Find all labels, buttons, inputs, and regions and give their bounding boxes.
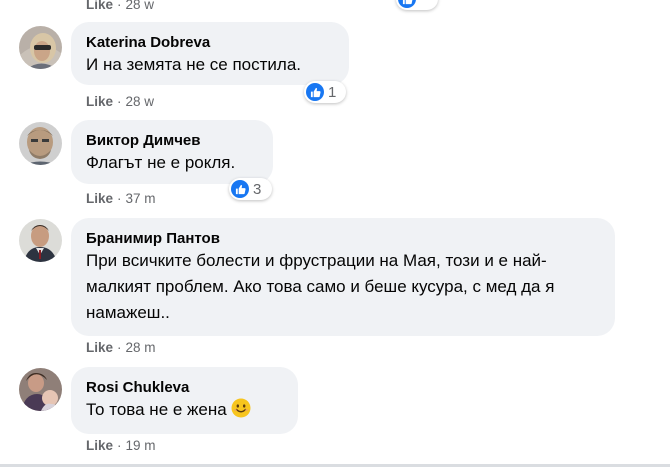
meta-separator: · xyxy=(117,0,122,12)
reaction-count: 3 xyxy=(253,180,262,198)
comment-meta: Like · 37 m xyxy=(86,191,156,206)
reaction-badge[interactable]: 3 xyxy=(229,178,272,200)
comment-text: То това не е жена xyxy=(86,397,284,423)
timestamp[interactable]: 28 m xyxy=(126,340,156,355)
comment-meta: Like · 28 w xyxy=(86,94,154,109)
timestamp[interactable]: 28 w xyxy=(126,0,155,12)
prev-comment-meta: Like · 28 w xyxy=(86,0,154,12)
comment-author[interactable]: Katerina Dobreva xyxy=(86,33,335,52)
thumbs-up-icon xyxy=(398,0,416,8)
comment-text: И на земята не се постила. xyxy=(86,55,302,74)
timestamp[interactable]: 28 w xyxy=(126,94,155,109)
comment-meta: Like · 28 m xyxy=(86,340,156,355)
avatar[interactable] xyxy=(19,219,62,262)
comment-text-content: То това не е жена xyxy=(86,400,227,419)
meta-separator: · xyxy=(117,438,122,453)
meta-separator: · xyxy=(117,340,122,355)
comment-bubble: Rosi Chukleva То това не е жена xyxy=(71,367,298,434)
comment-meta: Like · 19 m xyxy=(86,438,156,453)
avatar[interactable] xyxy=(19,368,62,411)
like-link[interactable]: Like xyxy=(86,94,113,109)
meta-separator: · xyxy=(117,191,122,206)
comment-bubble: Виктор Димчев Флагът не е рокля. xyxy=(71,120,273,184)
reaction-count: 1 xyxy=(328,83,337,101)
comment-author[interactable]: Виктор Димчев xyxy=(86,131,259,150)
thumbs-up-icon xyxy=(306,83,324,101)
reaction-badge[interactable]: 1 xyxy=(304,81,346,103)
like-link[interactable]: Like xyxy=(86,0,113,12)
like-link[interactable]: Like xyxy=(86,340,113,355)
comment-text: Флагът не е рокля. xyxy=(86,153,236,172)
comments-panel: Like · 28 w Katerina Dobreva И на земята н… xyxy=(0,0,670,467)
smiling-face-emoji-icon xyxy=(231,398,251,418)
prev-reaction-badge[interactable] xyxy=(396,0,438,10)
thumbs-up-icon xyxy=(231,180,249,198)
timestamp[interactable]: 19 m xyxy=(126,438,156,453)
comment-author[interactable]: Rosi Chukleva xyxy=(86,378,284,397)
avatar[interactable] xyxy=(19,26,62,69)
comment-bubble: Katerina Dobreva И на земята не се пости… xyxy=(71,22,349,85)
meta-separator: · xyxy=(117,94,122,109)
comment-author[interactable]: Бранимир Пантов xyxy=(86,229,601,248)
avatar[interactable] xyxy=(19,122,62,165)
like-link[interactable]: Like xyxy=(86,438,113,453)
comment-text: При всичките болести и фрустрации на Мая… xyxy=(86,251,555,322)
timestamp[interactable]: 37 m xyxy=(126,191,156,206)
like-link[interactable]: Like xyxy=(86,191,113,206)
comment-bubble: Бранимир Пантов При всичките болести и ф… xyxy=(71,218,615,336)
